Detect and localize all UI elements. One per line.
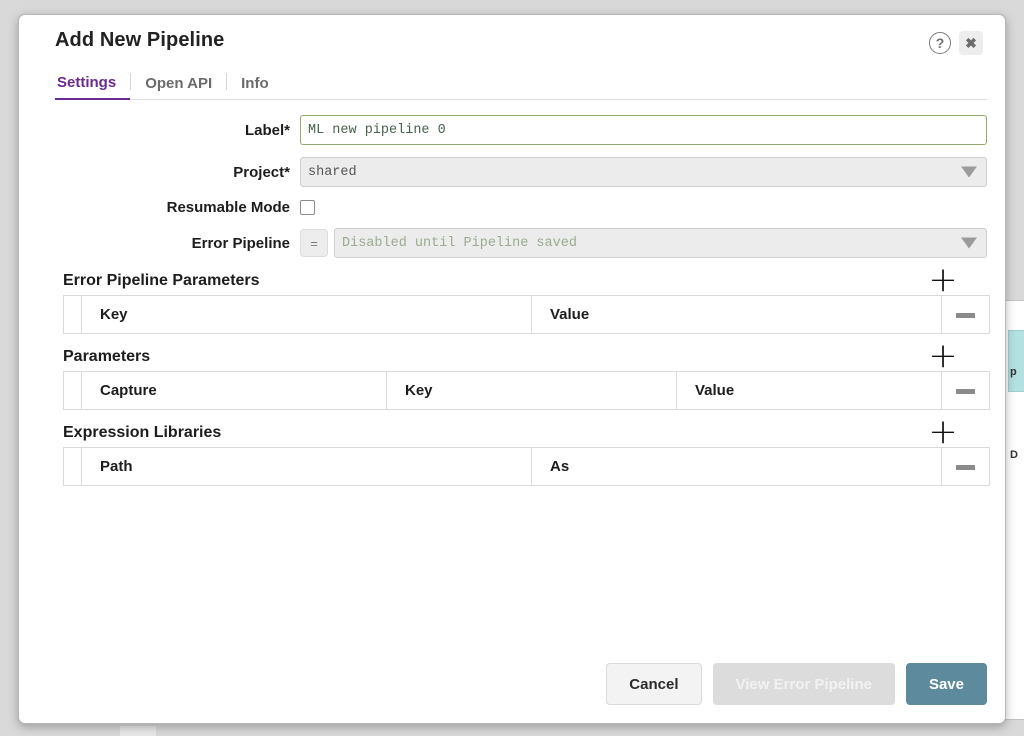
background-node-label-1: p xyxy=(1010,366,1017,378)
dialog-footer: Cancel View Error Pipeline Save xyxy=(606,663,987,705)
column-header-key: Key xyxy=(81,295,532,334)
remove-row-icon[interactable] xyxy=(956,388,975,394)
resumable-mode-row: Resumable Mode xyxy=(37,199,987,216)
help-circle-icon[interactable]: ? xyxy=(929,32,951,54)
add-row-icon[interactable]: + xyxy=(928,339,958,374)
tab-info[interactable]: Info xyxy=(227,71,283,99)
expression-toggle-button[interactable]: = xyxy=(300,229,328,257)
table-header-row: Path As xyxy=(63,447,990,486)
page-title: Add New Pipeline xyxy=(55,29,225,51)
dialog-header: Add New Pipeline ? ✖ xyxy=(37,15,987,67)
row-handle-cell xyxy=(63,447,82,486)
error-pipeline-field-area: = Disabled until Pipeline saved xyxy=(300,228,987,258)
section-title: Expression Libraries xyxy=(63,424,222,441)
label-input[interactable] xyxy=(300,115,987,145)
label-row: Label* xyxy=(37,115,987,145)
remove-row-icon[interactable] xyxy=(956,312,975,318)
parameters-section: Parameters + Capture Key Value xyxy=(37,339,990,410)
column-header-as: As xyxy=(531,447,942,486)
save-button[interactable]: Save xyxy=(905,663,987,705)
project-field-label: Project* xyxy=(233,163,290,181)
section-title: Error Pipeline Parameters xyxy=(63,272,260,289)
resumable-mode-field-area xyxy=(300,200,987,215)
view-error-pipeline-button: View Error Pipeline xyxy=(712,663,895,705)
label-field-label: Label* xyxy=(244,121,290,139)
column-header-value: Value xyxy=(531,295,942,334)
expression-libraries-table: Path As xyxy=(63,447,990,486)
parameters-table: Capture Key Value xyxy=(63,371,990,410)
background-node-label-2: D xyxy=(1010,449,1018,461)
column-header-capture: Capture xyxy=(81,371,387,410)
project-field-area: shared xyxy=(300,157,987,187)
table-header-row: Capture Key Value xyxy=(63,371,990,410)
error-pipeline-select[interactable]: Disabled until Pipeline saved xyxy=(334,228,987,258)
background-strip xyxy=(120,726,156,736)
expression-libraries-section: Expression Libraries + Path As xyxy=(37,415,990,486)
settings-form: Label* Project* shared Resumable Mode Er… xyxy=(37,100,987,258)
remove-row-icon[interactable] xyxy=(956,464,975,470)
close-icon[interactable]: ✖ xyxy=(959,31,983,55)
section-title: Parameters xyxy=(63,348,151,365)
row-handle-cell xyxy=(63,371,82,410)
add-row-icon[interactable]: + xyxy=(928,415,958,450)
column-header-value: Value xyxy=(676,371,942,410)
remove-row-cell[interactable] xyxy=(941,371,990,410)
error-pipeline-parameters-section: Error Pipeline Parameters + Key Value xyxy=(37,263,990,334)
error-pipeline-row: Error Pipeline = Disabled until Pipeline… xyxy=(37,228,987,258)
chevron-down-icon xyxy=(961,237,977,249)
resumable-mode-label: Resumable Mode xyxy=(166,199,290,216)
table-header-row: Key Value xyxy=(63,295,990,334)
cancel-button[interactable]: Cancel xyxy=(606,663,702,705)
project-select[interactable]: shared xyxy=(300,157,987,187)
row-handle-cell xyxy=(63,295,82,334)
error-pipeline-select-value: Disabled until Pipeline saved xyxy=(342,235,577,251)
project-select-value: shared xyxy=(308,164,357,180)
error-pipeline-parameters-table: Key Value xyxy=(63,295,990,334)
add-row-icon[interactable]: + xyxy=(928,263,958,298)
project-row: Project* shared xyxy=(37,157,987,187)
label-field-area xyxy=(300,115,987,145)
tab-settings[interactable]: Settings xyxy=(55,70,131,100)
chevron-down-icon xyxy=(961,166,977,178)
tab-open-api[interactable]: Open API xyxy=(131,71,226,99)
remove-row-cell[interactable] xyxy=(941,295,990,334)
remove-row-cell[interactable] xyxy=(941,447,990,486)
header-icon-group: ? ✖ xyxy=(929,31,983,55)
background-node-card xyxy=(1008,330,1024,392)
add-new-pipeline-dialog: Add New Pipeline ? ✖ Settings Open API I… xyxy=(18,14,1006,724)
column-header-path: Path xyxy=(81,447,532,486)
column-header-key: Key xyxy=(386,371,677,410)
dialog-tabs: Settings Open API Info xyxy=(55,67,987,100)
error-pipeline-label: Error Pipeline xyxy=(191,234,290,252)
resumable-mode-checkbox[interactable] xyxy=(300,200,315,215)
